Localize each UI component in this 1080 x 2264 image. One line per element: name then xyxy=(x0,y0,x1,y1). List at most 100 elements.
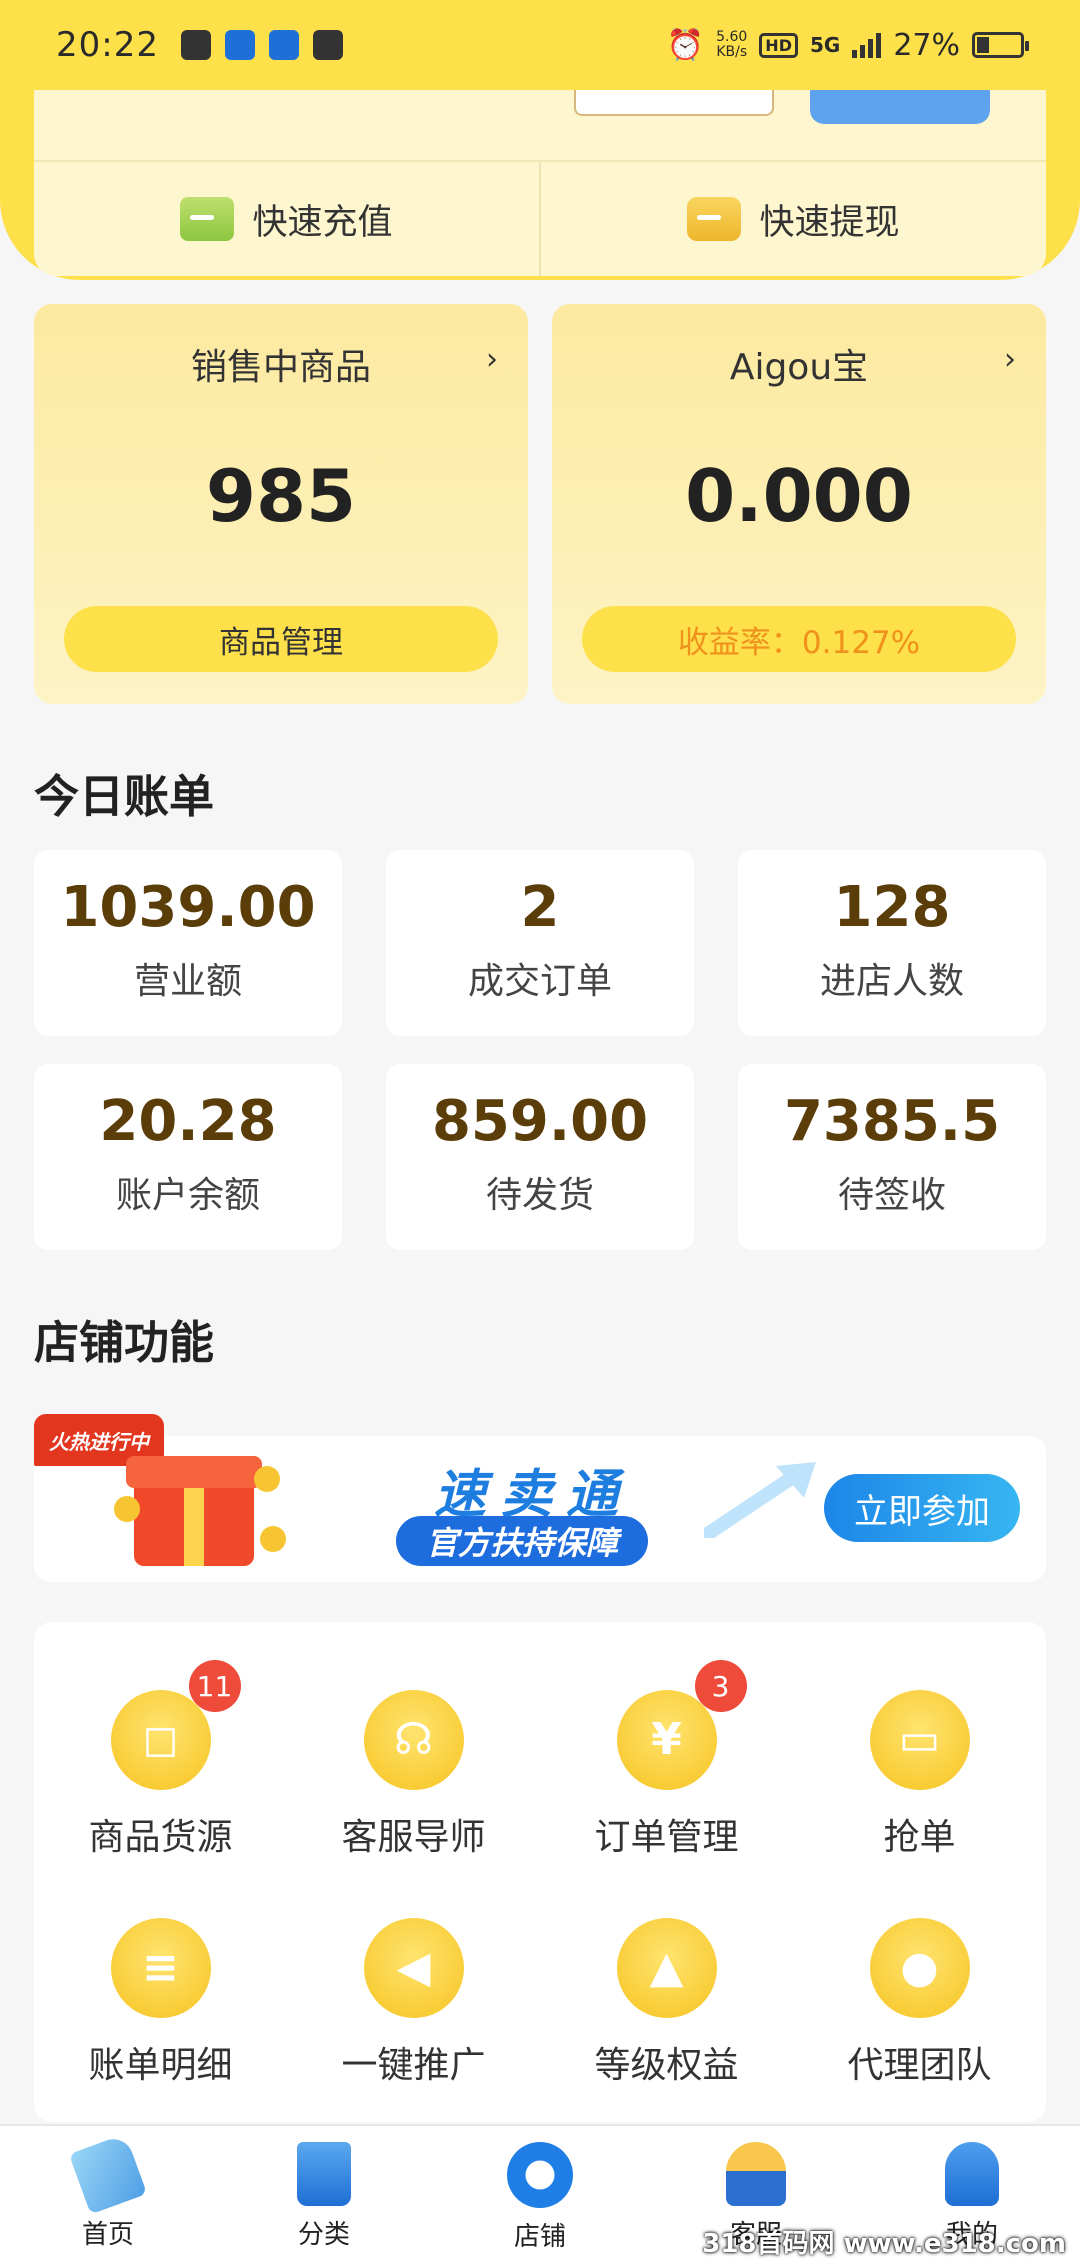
function-label: 客服导师 xyxy=(341,1817,486,1858)
pyramid-icon: ▲ xyxy=(649,1942,684,1993)
notification-badge: 11 xyxy=(188,1660,241,1712)
tile-value: 20.28 xyxy=(99,1089,277,1154)
card-value: 0.000 xyxy=(685,454,913,538)
profile-icon xyxy=(945,2142,999,2206)
function-label: 抢单 xyxy=(883,1817,956,1858)
home-tag-icon xyxy=(68,2133,148,2215)
function-grab-order[interactable]: ▭ 抢单 xyxy=(793,1690,1046,1860)
quick-withdraw-button[interactable]: 快速提现 xyxy=(541,162,1046,276)
wallet-illustration xyxy=(34,90,1046,162)
function-label: 账单明细 xyxy=(88,2045,233,2086)
shopping-bag-icon xyxy=(297,2142,351,2206)
tab-label: 店铺 xyxy=(513,2222,566,2252)
products-on-sale-card[interactable]: 销售中商品 › 985 商品管理 xyxy=(34,304,528,704)
section-title-today-bill: 今日账单 xyxy=(34,770,215,823)
status-bar: 20:22 ⏰ 5.60 KB/s HD 5G 27% xyxy=(0,0,1080,90)
product-management-button[interactable]: 商品管理 xyxy=(64,606,498,672)
chevron-right-icon: › xyxy=(486,342,498,377)
stat-tile-to-receive[interactable]: 7385.5 待签收 xyxy=(738,1064,1046,1250)
tile-label: 账户余额 xyxy=(115,1175,260,1216)
network-speed: 5.60 KB/s xyxy=(716,29,748,60)
aigou-bao-card[interactable]: Aigou宝 › 0.000 收益率：0.127% xyxy=(552,304,1046,704)
function-grid: ◻ 11 商品货源 ☊ 客服导师 ¥ 3 订单管理 ▭ 抢单 ≡ 账单明细 ◀ … xyxy=(34,1622,1046,2122)
tile-label: 待发货 xyxy=(485,1175,594,1216)
banner-subtitle: 官方扶持保障 xyxy=(396,1516,649,1566)
card-value: 985 xyxy=(205,454,357,538)
shopping-bag-icon: ◻ xyxy=(142,1714,179,1765)
watermark: 318首码网 www.e318.com xyxy=(702,2229,1066,2259)
function-product-source[interactable]: ◻ 11 商品货源 xyxy=(34,1660,287,1860)
tab-label: 分类 xyxy=(297,2220,350,2250)
network-type: 5G xyxy=(809,33,841,57)
stat-tile-orders[interactable]: 2 成交订单 xyxy=(386,850,694,1036)
function-level-rights[interactable]: ▲ 等级权益 xyxy=(540,1918,793,2088)
store-icon xyxy=(507,2142,573,2208)
quick-withdraw-label: 快速提现 xyxy=(759,202,900,243)
notification-icons xyxy=(180,30,343,60)
function-order-management[interactable]: ¥ 3 订单管理 xyxy=(540,1660,793,1860)
stat-tile-visitors[interactable]: 128 进店人数 xyxy=(738,850,1046,1036)
function-label: 商品货源 xyxy=(88,1817,233,1858)
battery-icon xyxy=(972,32,1029,58)
stat-tile-to-ship[interactable]: 859.00 待发货 xyxy=(386,1064,694,1250)
battery-level: 27% xyxy=(893,27,960,63)
hd-icon: HD xyxy=(759,32,798,58)
stat-tile-balance[interactable]: 20.28 账户余额 xyxy=(34,1064,342,1250)
wallet-card: 快速充值 快速提现 xyxy=(34,90,1046,276)
app-icon xyxy=(224,30,255,60)
function-agent-team[interactable]: ● 代理团队 xyxy=(793,1918,1046,2088)
coin-icon xyxy=(114,1496,140,1522)
quick-recharge-button[interactable]: 快速充值 xyxy=(34,162,539,276)
wechat-icon xyxy=(180,30,211,60)
tab-label: 首页 xyxy=(81,2220,134,2250)
gift-box-icon xyxy=(126,1456,262,1566)
tile-value: 128 xyxy=(833,875,951,940)
tile-label: 成交订单 xyxy=(467,961,612,1002)
join-now-button[interactable]: 立即参加 xyxy=(824,1474,1020,1542)
stat-tile-revenue[interactable]: 1039.00 营业额 xyxy=(34,850,342,1036)
notification-badge: 3 xyxy=(694,1660,747,1712)
promo-banner[interactable]: 火热进行中 速卖通 官方扶持保障 立即参加 xyxy=(34,1414,1046,1582)
qq-icon xyxy=(268,30,299,60)
function-bill-detail[interactable]: ≡ 账单明细 xyxy=(34,1918,287,2088)
coin-icon xyxy=(254,1466,280,1492)
coin-icon xyxy=(260,1526,286,1552)
status-time: 20:22 xyxy=(56,25,159,65)
yield-rate-pill[interactable]: 收益率：0.127% xyxy=(582,606,1016,672)
headset-icon: ☊ xyxy=(393,1714,434,1765)
quick-recharge-label: 快速充值 xyxy=(252,202,393,243)
agent-icon xyxy=(726,2142,786,2206)
tile-value: 7385.5 xyxy=(783,1089,1001,1154)
tile-label: 待签收 xyxy=(837,1175,946,1216)
signal-icon xyxy=(852,32,882,58)
megaphone-icon: ◀ xyxy=(396,1942,431,1993)
function-label: 订单管理 xyxy=(594,1817,739,1858)
tab-category[interactable]: 分类 xyxy=(216,2126,432,2264)
section-title-shop-functions: 店铺功能 xyxy=(34,1316,215,1369)
tile-value: 2 xyxy=(520,875,560,940)
tile-value: 859.00 xyxy=(431,1089,649,1154)
team-icon: ● xyxy=(900,1942,939,1993)
function-label: 代理团队 xyxy=(847,2045,992,2086)
tab-home[interactable]: 首页 xyxy=(0,2126,216,2264)
card-icon xyxy=(180,197,235,241)
tab-store[interactable]: 店铺 xyxy=(432,2126,648,2264)
bill-list-icon: ≡ xyxy=(142,1942,179,1993)
card-title: 销售中商品 xyxy=(190,347,371,388)
order-book-icon: ¥ xyxy=(651,1714,682,1765)
chevron-right-icon: › xyxy=(1004,342,1016,377)
function-label: 一键推广 xyxy=(341,2045,486,2086)
card-illustration xyxy=(810,90,990,124)
box-illustration xyxy=(574,90,774,116)
tile-label: 营业额 xyxy=(133,961,242,1002)
chat-bubble-icon: ▭ xyxy=(898,1714,941,1765)
alarm-icon: ⏰ xyxy=(666,27,705,63)
card-title: Aigou宝 xyxy=(729,347,869,388)
wallet-icon xyxy=(687,197,742,241)
function-one-click-promote[interactable]: ◀ 一键推广 xyxy=(287,1918,540,2088)
trend-arrow-icon xyxy=(704,1462,816,1538)
tiktok-icon xyxy=(312,30,343,60)
function-service-tutor[interactable]: ☊ 客服导师 xyxy=(287,1690,540,1860)
function-label: 等级权益 xyxy=(594,2045,739,2086)
tile-value: 1039.00 xyxy=(60,875,316,940)
